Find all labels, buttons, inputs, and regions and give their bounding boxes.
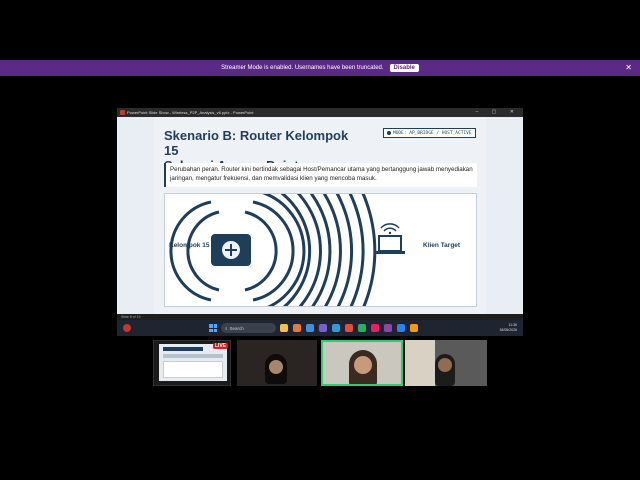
banner-message: Streamer Mode is enabled. Usernames have…: [221, 65, 384, 71]
slide: Skenario B: Router Kelompok 15 Sebagai A…: [154, 117, 486, 322]
window-titlebar: PowerPoint Slide Show - Wireless_P2P_Ana…: [117, 108, 523, 117]
taskbar-app-icon[interactable]: [358, 324, 366, 332]
mode-badge: MODE: AP_BRIDGE / HOST_ACTIVE: [383, 128, 476, 138]
taskbar-clock[interactable]: 11:36 18/05/2026: [499, 323, 517, 333]
search-icon: ⌕: [225, 325, 228, 331]
taskbar-apps: [280, 324, 418, 332]
clock-date: 18/05/2026: [499, 328, 517, 332]
participant-tile-screen[interactable]: LIVE: [153, 340, 231, 386]
search-placeholder: Search: [229, 325, 244, 331]
access-point-diagram: Kelompok 15 Klien Target: [164, 193, 477, 307]
left-label: Kelompok 15: [169, 242, 210, 249]
windows-taskbar: ⌕ Search 11:36 18/05/2026: [117, 320, 523, 336]
screen: Streamer Mode is enabled. Usernames have…: [0, 0, 640, 480]
taskbar-app-icon[interactable]: [371, 324, 379, 332]
participant-tile-2[interactable]: [237, 340, 317, 386]
participant-face-2: [269, 360, 283, 374]
laptop-wifi-icon: [375, 223, 405, 254]
window-controls[interactable]: – ▢ ✕: [476, 109, 520, 115]
taskbar-app-icon[interactable]: [345, 324, 353, 332]
taskbar-app-icon[interactable]: [397, 324, 405, 332]
slide-description: Perubahan peran. Router kini bertindak s…: [164, 163, 477, 187]
participant-face-3: [354, 356, 372, 374]
participant-tile-4[interactable]: [405, 340, 487, 386]
participant-tile-3-speaking[interactable]: [321, 340, 403, 386]
status-dot-icon: [387, 131, 391, 135]
window-title: PowerPoint Slide Show - Wireless_P2P_Ana…: [127, 110, 254, 115]
taskbar-app-icon[interactable]: [319, 324, 327, 332]
taskbar-app-icon[interactable]: [280, 324, 288, 332]
disable-button[interactable]: Disable: [389, 64, 419, 72]
taskbar-app-icon[interactable]: [410, 324, 418, 332]
taskbar-app-icon[interactable]: [293, 324, 301, 332]
taskbar-search[interactable]: ⌕ Search: [221, 323, 276, 333]
shared-screen-thumbnail: [159, 344, 227, 381]
live-badge: LIVE: [212, 343, 228, 349]
slide-title-line-1: Skenario B: Router Kelompok 15: [164, 128, 349, 158]
signal-waves-graphic: [169, 194, 405, 306]
notification-icon[interactable]: [123, 324, 131, 332]
signal-arcs: [244, 194, 377, 306]
participant-face-4: [438, 358, 452, 372]
participant-background-light: [405, 340, 435, 386]
taskbar-app-icon[interactable]: [306, 324, 314, 332]
windows-start-icon[interactable]: [209, 324, 217, 332]
streamer-mode-banner: Streamer Mode is enabled. Usernames have…: [0, 60, 640, 76]
powerpoint-icon: [120, 110, 125, 115]
taskbar-app-icon[interactable]: [332, 324, 340, 332]
close-icon[interactable]: ✕: [625, 63, 632, 72]
taskbar-app-icon[interactable]: [384, 324, 392, 332]
screen-share: PowerPoint Slide Show - Wireless_P2P_Ana…: [117, 108, 523, 336]
right-label: Klien Target: [423, 242, 461, 249]
mode-badge-text: MODE: AP_BRIDGE / HOST_ACTIVE: [393, 130, 472, 136]
